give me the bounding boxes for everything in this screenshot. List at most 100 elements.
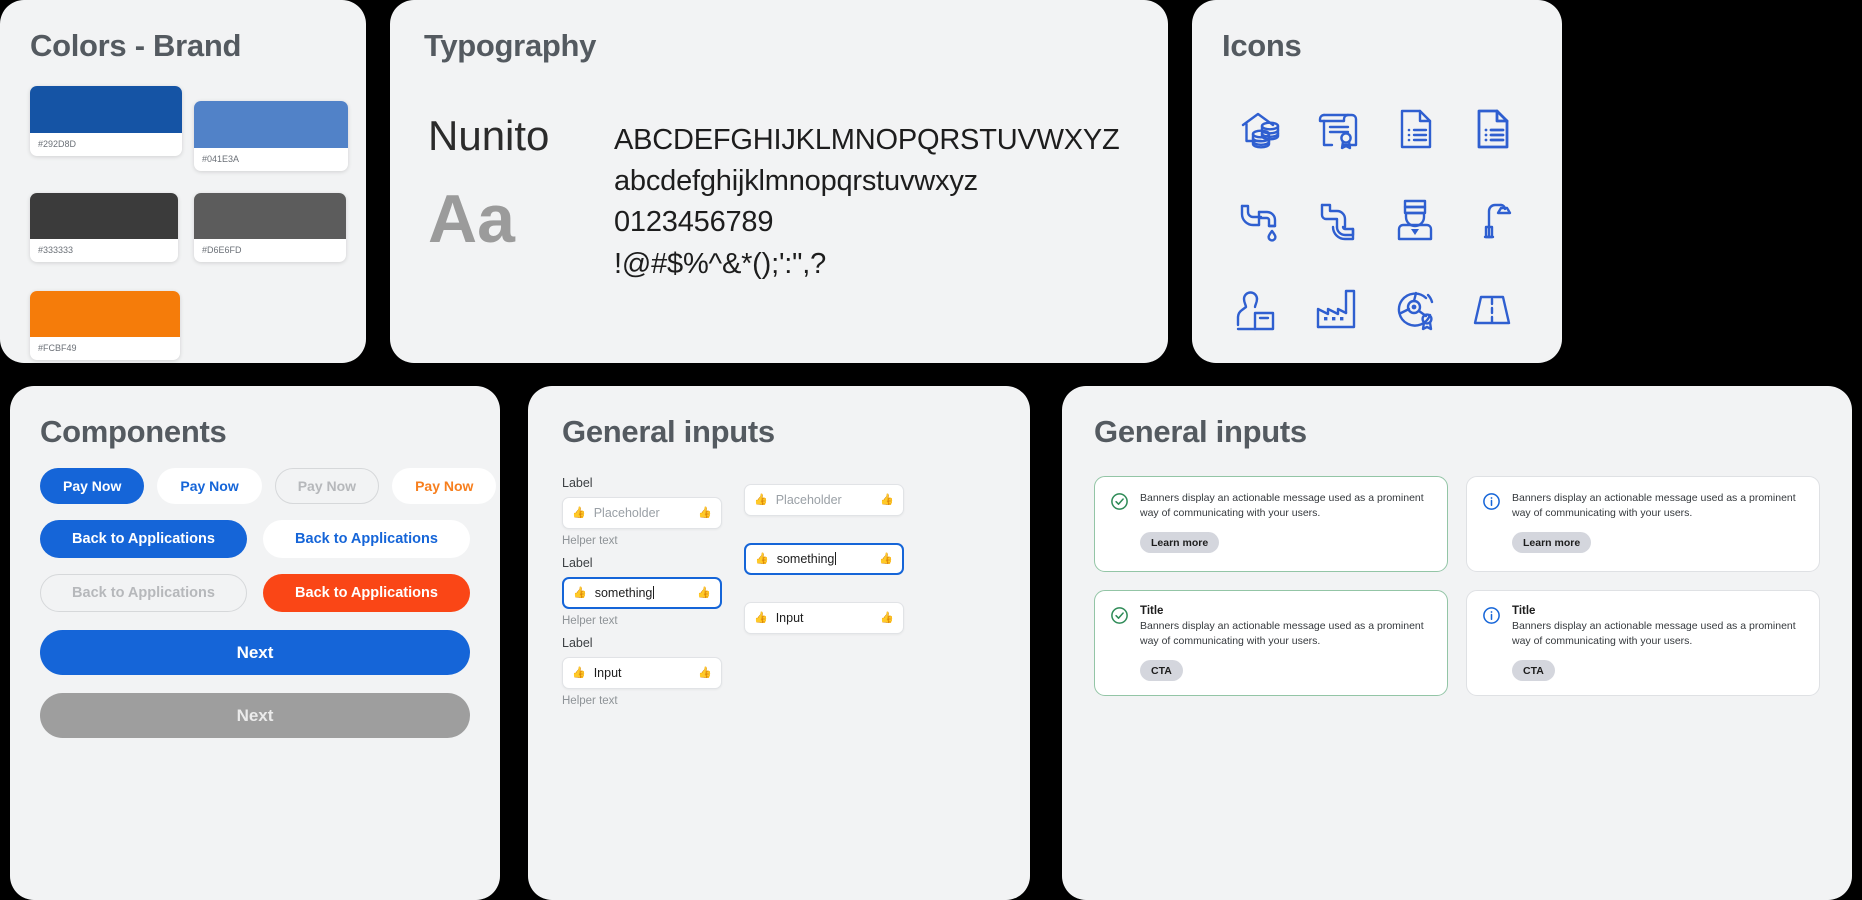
- banner-body: Title Banners display an actionable mess…: [1512, 605, 1804, 682]
- banner-info-with-title: Title Banners display an actionable mess…: [1466, 590, 1820, 697]
- back-to-applications-row-1: Back to Applications Back to Application…: [40, 520, 470, 558]
- search-input-placeholder-alt[interactable]: 👍 Placeholder 👍: [744, 484, 904, 516]
- input-group-filled: Label 👍 Input 👍 Helper text: [562, 636, 722, 707]
- icon-grid: [1222, 98, 1532, 340]
- design-system-board: Colors - Brand #292D8D #041E3A #333333 #…: [0, 0, 1862, 900]
- input-helper-text: Helper text: [562, 615, 618, 627]
- typography-charset-block: ABCDEFGHIJKLMNOPQRSTUVWXYZ abcdefghijklm…: [614, 114, 1120, 285]
- color-hex-label: #FCBF49: [38, 343, 77, 353]
- pay-now-button-warning[interactable]: Pay Now: [392, 468, 497, 504]
- back-to-applications-button-primary[interactable]: Back to Applications: [40, 520, 247, 558]
- thumbs-up-icon: 👍: [880, 611, 894, 624]
- banner-message: Banners display an actionable message us…: [1512, 492, 1796, 520]
- house-coins-icon[interactable]: [1230, 98, 1292, 160]
- color-swatch-grid: #292D8D #041E3A #333333 #D6E6FD #FCBF49: [30, 86, 348, 360]
- text-input-focused[interactable]: 👍 something 👍: [562, 577, 722, 609]
- banners-panel: General inputs Banners display an action…: [1062, 386, 1852, 900]
- banner-message: Banners display an actionable message us…: [1140, 492, 1424, 520]
- color-swatch[interactable]: #FCBF49: [30, 291, 180, 360]
- check-circle-icon: [1110, 492, 1129, 511]
- input-group-placeholder: Label 👍 Placeholder 👍 Helper text: [562, 476, 722, 547]
- banner-info-no-title: Banners display an actionable message us…: [1466, 476, 1820, 572]
- banner-body: Banners display an actionable message us…: [1140, 491, 1432, 557]
- document-list-filled-icon[interactable]: [1462, 98, 1524, 160]
- input-group-focused: Label 👍 something 👍 Helper text: [562, 556, 722, 627]
- worker-helmet-icon[interactable]: [1385, 188, 1447, 250]
- faucet-drip-icon[interactable]: [1230, 188, 1292, 250]
- components-panel-title: Components: [40, 414, 227, 449]
- text-input-filled[interactable]: 👍 Input 👍: [562, 657, 722, 689]
- text-input-focused-alt[interactable]: 👍 something 👍: [744, 543, 904, 575]
- thumbs-up-icon: 👍: [572, 506, 586, 519]
- input-value-text: Input: [775, 611, 804, 625]
- banner-cta-button[interactable]: Learn more: [1512, 532, 1592, 554]
- input-helper-text: Helper text: [562, 535, 618, 547]
- back-to-applications-button-orange[interactable]: Back to Applications: [263, 574, 470, 612]
- color-swatch[interactable]: #041E3A: [194, 101, 348, 171]
- next-button-primary[interactable]: Next: [40, 630, 470, 675]
- color-swatch[interactable]: #292D8D: [30, 86, 182, 156]
- font-aa-sample: Aa: [428, 181, 515, 258]
- icons-panel-title: Icons: [1222, 28, 1302, 63]
- input-placeholder-text: Placeholder: [593, 506, 660, 520]
- document-list-icon[interactable]: [1385, 98, 1447, 160]
- disc-award-icon[interactable]: [1385, 278, 1447, 340]
- pipe-bend-icon[interactable]: [1307, 188, 1369, 250]
- color-swatch[interactable]: #D6E6FD: [194, 193, 346, 262]
- pay-now-button-row: Pay Now Pay Now Pay Now Pay Now: [40, 468, 497, 504]
- check-circle-icon: [1110, 606, 1129, 625]
- input-value-text: something: [594, 586, 653, 600]
- back-to-applications-button-secondary[interactable]: Back to Applications: [263, 520, 470, 558]
- components-panel: Components Pay Now Pay Now Pay Now Pay N…: [10, 386, 500, 900]
- certificate-scroll-icon[interactable]: [1307, 98, 1369, 160]
- factory-icon[interactable]: [1307, 278, 1369, 340]
- thumbs-up-icon: 👍: [698, 506, 712, 519]
- banners-panel-title: General inputs: [1094, 414, 1307, 449]
- input-label: Label: [562, 636, 593, 650]
- color-chip: [30, 291, 180, 337]
- banner-cta-button[interactable]: Learn more: [1140, 532, 1220, 554]
- back-to-applications-button-disabled: Back to Applications: [40, 574, 247, 612]
- thumbs-up-icon: 👍: [879, 552, 893, 565]
- inputs-left-column: Label 👍 Placeholder 👍 Helper text Label …: [562, 476, 722, 716]
- color-chip: [30, 193, 178, 239]
- banner-body: Title Banners display an actionable mess…: [1140, 605, 1432, 682]
- typography-specimen: Nunito Aa ABCDEFGHIJKLMNOPQRSTUVWXYZ abc…: [424, 112, 1134, 285]
- color-hex-label: #333333: [38, 245, 74, 255]
- banner-message: Banners display an actionable message us…: [1512, 620, 1796, 648]
- colors-panel-title: Colors - Brand: [30, 28, 242, 63]
- input-label: Label: [562, 476, 593, 490]
- font-name: Nunito: [428, 112, 550, 159]
- banner-message: Banners display an actionable message us…: [1140, 620, 1424, 648]
- pay-now-button-primary[interactable]: Pay Now: [40, 468, 145, 504]
- text-input-filled-alt[interactable]: 👍 Input 👍: [744, 602, 904, 634]
- banner-cta-button[interactable]: CTA: [1140, 660, 1183, 682]
- banner-success-no-title: Banners display an actionable message us…: [1094, 476, 1448, 572]
- color-swatch[interactable]: #333333: [30, 193, 178, 262]
- input-placeholder-text: Placeholder: [775, 493, 842, 507]
- banner-title: Title: [1512, 605, 1536, 617]
- pay-now-button-disabled: Pay Now: [274, 468, 380, 504]
- color-hex-label: #D6E6FD: [202, 245, 242, 255]
- input-label: Label: [562, 556, 593, 570]
- road-icon[interactable]: [1462, 278, 1524, 340]
- thumbs-up-icon: 👍: [754, 611, 768, 624]
- text-caret: [835, 552, 837, 565]
- charset-uppercase: ABCDEFGHIJKLMNOPQRSTUVWXYZ: [614, 124, 1120, 156]
- input-group-filled-alt: 👍 Input 👍: [744, 602, 904, 634]
- color-chip: [194, 193, 346, 239]
- typography-font-block: Nunito Aa: [424, 112, 614, 285]
- icons-panel: Icons: [1192, 0, 1562, 363]
- thumbs-up-icon: 👍: [754, 493, 768, 506]
- color-hex-label: #041E3A: [202, 154, 240, 164]
- input-helper-text: Helper text: [562, 695, 618, 707]
- typography-panel: Typography Nunito Aa ABCDEFGHIJKLMNOPQRS…: [390, 0, 1168, 363]
- info-circle-icon: [1482, 492, 1501, 511]
- banner-cta-button[interactable]: CTA: [1512, 660, 1555, 682]
- color-chip: [30, 86, 182, 133]
- person-package-icon[interactable]: [1230, 278, 1292, 340]
- search-input-placeholder[interactable]: 👍 Placeholder 👍: [562, 497, 722, 529]
- street-lamp-icon[interactable]: [1462, 188, 1524, 250]
- input-value-text: Input: [593, 666, 622, 680]
- pay-now-button-secondary[interactable]: Pay Now: [157, 468, 262, 504]
